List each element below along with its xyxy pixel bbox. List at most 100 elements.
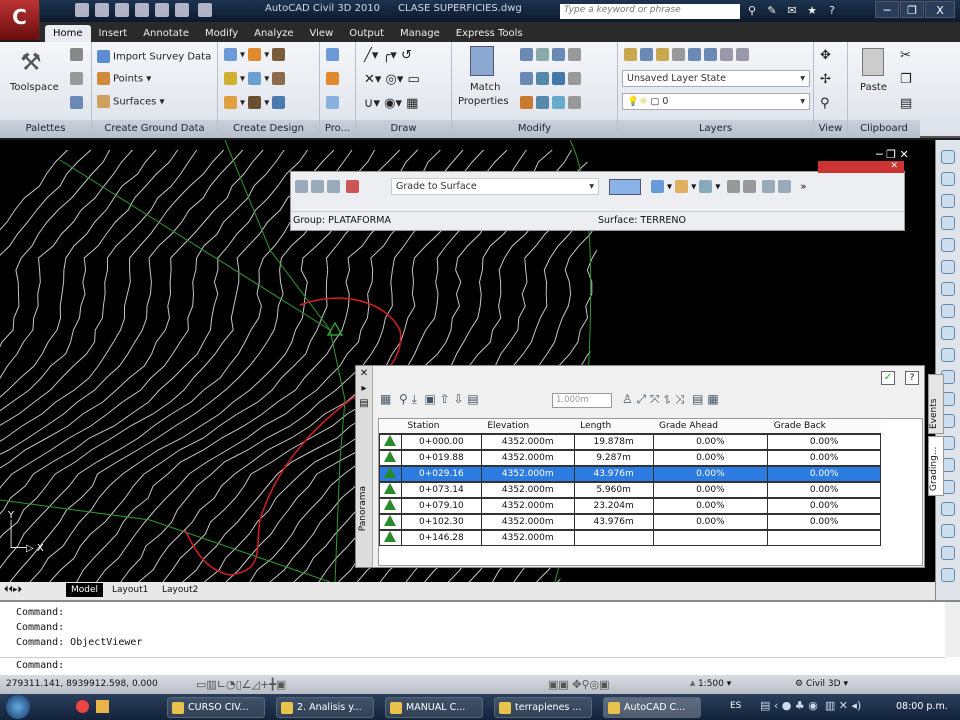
import-survey-data-button[interactable]: Import Survey Data bbox=[97, 50, 211, 63]
binoculars-icon[interactable]: ⚲ bbox=[745, 4, 759, 18]
subscription-icon[interactable]: ✎ bbox=[765, 4, 779, 18]
taskbar-item[interactable]: 2. Analisis y... bbox=[276, 697, 374, 718]
cell-elevation[interactable]: 4352.000m bbox=[480, 465, 575, 483]
section-icon[interactable] bbox=[326, 72, 339, 85]
cell-ahead[interactable]: 0.00% bbox=[652, 481, 769, 499]
panel-label[interactable]: View bbox=[814, 120, 847, 138]
cell-station[interactable]: 0+073.14 bbox=[400, 481, 482, 499]
vertex-icon[interactable] bbox=[379, 529, 402, 546]
cell-elevation[interactable]: 4352.000m bbox=[480, 513, 575, 531]
help-button[interactable]: ? bbox=[905, 371, 919, 385]
tab-model[interactable]: Model bbox=[66, 583, 104, 597]
language-indicator[interactable]: ES bbox=[730, 701, 741, 711]
cell-back[interactable]: 0.00% bbox=[767, 449, 881, 467]
pan-icon[interactable]: ✥ bbox=[820, 48, 831, 63]
tab-nav-arrows[interactable]: ⏴⏴▸⏵ bbox=[4, 585, 22, 595]
layer-dropdown[interactable]: 💡☼ ▢ 0 ▾ bbox=[622, 93, 810, 110]
panel-label[interactable]: Layers bbox=[618, 120, 813, 138]
tool-palette-icon[interactable] bbox=[941, 502, 955, 516]
tab-home[interactable]: Home bbox=[45, 25, 91, 42]
points-button[interactable]: Points ▾ bbox=[97, 72, 151, 85]
cell-station[interactable]: 0+019.88 bbox=[400, 449, 482, 467]
vertex-icon[interactable] bbox=[379, 433, 402, 451]
cell-station[interactable]: 0+146.28 bbox=[400, 529, 482, 546]
tool-palette-icon[interactable] bbox=[941, 260, 955, 274]
design-tools-row2[interactable]: ▾ ▾ bbox=[224, 72, 288, 85]
table-row[interactable]: 0+079.10 4352.000m 23.204m 0.00% 0.00% bbox=[379, 497, 881, 515]
paste-button[interactable]: Paste bbox=[860, 82, 887, 93]
circle-tools[interactable]: ✕▾ ◎▾ ▭ bbox=[364, 72, 420, 87]
table-row[interactable]: 0+000.00 4352.000m 19.878m 0.00% 0.00% bbox=[379, 433, 881, 451]
col-elevation[interactable]: Elevation bbox=[481, 419, 575, 435]
annotation-scale[interactable]: ⩓ 1:500 ▾ bbox=[690, 679, 731, 689]
folder-icon[interactable] bbox=[96, 700, 109, 713]
vertex-icon[interactable] bbox=[379, 497, 402, 515]
toolbar-close-button[interactable]: ✕ bbox=[818, 161, 904, 173]
save-icon[interactable] bbox=[115, 3, 129, 17]
cut-icon[interactable]: ✂ bbox=[900, 48, 911, 63]
orbit-icon[interactable]: ✢ bbox=[820, 72, 831, 87]
cell-length[interactable]: 43.976m bbox=[573, 513, 654, 531]
tab-analyze[interactable]: Analyze bbox=[246, 25, 301, 42]
panel-label[interactable]: Create Ground Data bbox=[92, 120, 217, 138]
grading-edit-tools[interactable]: ▾ ▾ ▾ » bbox=[651, 180, 806, 193]
tab-insert[interactable]: Insert bbox=[91, 25, 136, 42]
match-icon[interactable]: ▤ bbox=[900, 96, 912, 111]
cell-ahead[interactable]: 0.00% bbox=[652, 513, 769, 531]
tool-palette-icon[interactable] bbox=[941, 238, 955, 252]
cell-elevation[interactable]: 4352.000m bbox=[480, 481, 575, 499]
modify-tools-row3[interactable] bbox=[520, 96, 584, 109]
vertex-icon[interactable] bbox=[379, 465, 402, 483]
tab-layout1[interactable]: Layout1 bbox=[112, 585, 148, 595]
col-length[interactable]: Length bbox=[574, 419, 654, 435]
toolspace-button[interactable]: Toolspace bbox=[10, 82, 59, 93]
cell-back[interactable]: 0.00% bbox=[767, 433, 881, 451]
design-tools-row3[interactable]: ▾ ▾ bbox=[224, 96, 288, 109]
communication-icon[interactable]: ✉ bbox=[785, 4, 799, 18]
cell-ahead[interactable]: 0.00% bbox=[652, 449, 769, 467]
cell-length[interactable]: 9.287m bbox=[573, 449, 654, 467]
tab-view[interactable]: View bbox=[302, 25, 342, 42]
cell-length[interactable]: 5.960m bbox=[573, 481, 654, 499]
settings-icon[interactable] bbox=[70, 96, 83, 109]
properties-label[interactable]: Properties bbox=[458, 96, 509, 107]
vertex-tools[interactable]: ♙ ⤢ ⤧ ⥮ ⤨ ▤ ▦ bbox=[622, 392, 719, 407]
cell-length[interactable] bbox=[573, 529, 654, 546]
modify-tools-row2[interactable] bbox=[520, 72, 584, 85]
workspace-switch[interactable]: ⚙ Civil 3D ▾ bbox=[795, 679, 848, 689]
cell-elevation[interactable]: 4352.000m bbox=[480, 433, 575, 451]
arc-tools[interactable]: ∪▾ ◉▾ ▦ bbox=[364, 96, 418, 111]
tab-layout2[interactable]: Layout2 bbox=[162, 585, 198, 595]
tool-palette-icon[interactable] bbox=[941, 194, 955, 208]
tool-palette-icon[interactable] bbox=[941, 282, 955, 296]
undo-icon[interactable] bbox=[155, 3, 169, 17]
maximize-button[interactable]: ❐ bbox=[900, 1, 924, 18]
redo-icon[interactable] bbox=[175, 3, 189, 17]
table-row[interactable]: 0+102.30 4352.000m 43.976m 0.00% 0.00% bbox=[379, 513, 881, 531]
col-grade-ahead[interactable]: Grade Ahead bbox=[653, 419, 768, 435]
autohide-icon[interactable]: ▸ bbox=[356, 383, 372, 394]
cell-length[interactable]: 43.976m bbox=[573, 465, 654, 483]
cell-station[interactable]: 0+029.16 bbox=[400, 465, 482, 483]
modify-tools[interactable] bbox=[520, 48, 584, 61]
table-row[interactable]: 0+019.88 4352.000m 9.287m 0.00% 0.00% bbox=[379, 449, 881, 467]
col-station[interactable]: Station bbox=[401, 419, 482, 435]
grading-panel-tools[interactable]: ▦ ⚲ ⤓ ▣ ⇧ ⇩ ▤ bbox=[380, 392, 479, 407]
copy-icon[interactable]: ❐ bbox=[900, 72, 912, 87]
vertex-icon[interactable] bbox=[379, 481, 402, 499]
tab-grading[interactable]: Grading... bbox=[928, 436, 944, 496]
cell-ahead[interactable]: 0.00% bbox=[652, 433, 769, 451]
new-icon[interactable] bbox=[75, 3, 89, 17]
workspace-icon[interactable] bbox=[198, 3, 212, 17]
minimize-button[interactable]: ─ bbox=[875, 1, 899, 18]
cell-elevation[interactable]: 4352.000m bbox=[480, 497, 575, 515]
cell-back[interactable]: 0.00% bbox=[767, 465, 881, 483]
print-icon[interactable] bbox=[135, 3, 149, 17]
tool-palette-icon[interactable] bbox=[941, 150, 955, 164]
cell-station[interactable]: 0+102.30 bbox=[400, 513, 482, 531]
panel-label[interactable]: Draw bbox=[356, 120, 451, 138]
taskbar-item[interactable]: CURSO CIV... bbox=[167, 697, 265, 718]
cell-back[interactable]: 0.00% bbox=[767, 497, 881, 515]
cell-station[interactable]: 0+079.10 bbox=[400, 497, 482, 515]
tool-palette-icon[interactable] bbox=[941, 348, 955, 362]
